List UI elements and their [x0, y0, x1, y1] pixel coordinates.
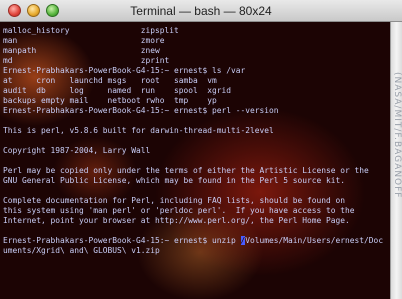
terminal-line: md zprint — [3, 56, 170, 65]
title-bar[interactable]: Terminal — bash — 80x24 — [0, 0, 402, 22]
window-title: Terminal — bash — 80x24 — [130, 4, 272, 18]
terminal-line: audit db log named run spool xgrid — [3, 86, 232, 95]
terminal-line: manpath znew — [3, 46, 160, 55]
terminal-line: uments/Xgrid\ and\ GLOBUS\ v1.zip — [3, 246, 160, 255]
terminal-line: Complete documentation for Perl, includi… — [3, 196, 346, 205]
terminal-line: backups empty mail netboot rwho tmp yp — [3, 96, 217, 105]
vertical-scrollbar[interactable]: (NASA/MIT/F.BAGANOFF — [390, 22, 402, 299]
terminal-line: at cron launchd msgs root samba vm — [3, 76, 217, 85]
terminal-line: Internet, point your browser at http://w… — [3, 216, 350, 225]
terminal-line: malloc_history zipsplit — [3, 26, 179, 35]
terminal-prompt: Ernest-Prabhakars-PowerBook-G4-15:~ erne… — [3, 236, 241, 245]
terminal-line: Copyright 1987-2004, Larry Wall — [3, 146, 151, 155]
terminal-line: GNU General Public License, which may be… — [3, 176, 346, 185]
terminal-line: man zmore — [3, 36, 165, 45]
image-credit-watermark: (NASA/MIT/F.BAGANOFF — [392, 72, 402, 199]
terminal-line: This is perl, v5.8.6 built for darwin-th… — [3, 126, 274, 135]
terminal-output[interactable]: malloc_history zipsplit man zmore manpat… — [0, 22, 390, 299]
terminal-prompt-line: Ernest-Prabhakars-PowerBook-G4-15:~ erne… — [3, 236, 390, 246]
terminal-line: Perl may be copied only under the terms … — [3, 166, 369, 175]
terminal-line: Ernest-Prabhakars-PowerBook-G4-15:~ erne… — [3, 66, 246, 75]
terminal-line: this system using 'man perl' or 'perldoc… — [3, 206, 355, 215]
command-text: Volumes/Main/Users/ernest/Doc — [245, 236, 384, 245]
terminal-line: Ernest-Prabhakars-PowerBook-G4-15:~ erne… — [3, 106, 279, 115]
terminal-window: Terminal — bash — 80x24 malloc_history z… — [0, 0, 402, 299]
